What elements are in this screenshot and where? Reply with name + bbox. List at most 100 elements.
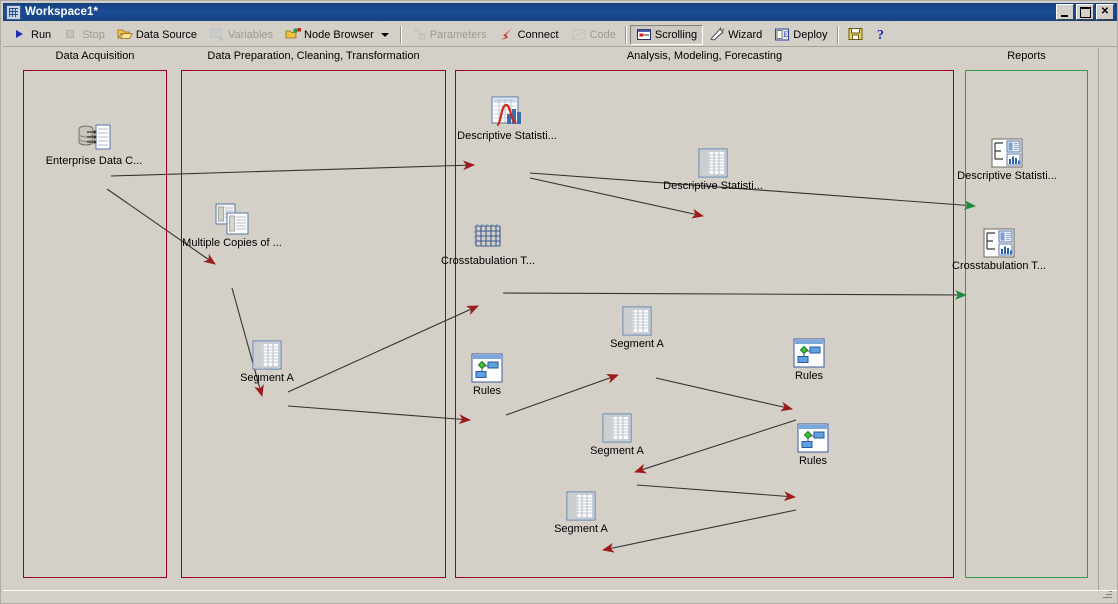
workspace-grid-icon — [6, 4, 21, 20]
toolbar-button-deploy[interactable]: E Deploy — [768, 25, 833, 45]
node-label: Descriptive Statisti... — [457, 130, 557, 142]
lane-title: Data Acquisition — [55, 50, 135, 62]
toolbar-button-data-source[interactable]: Data Source — [111, 25, 203, 45]
node-label: Rules — [798, 455, 828, 467]
stop-icon — [63, 27, 79, 42]
toolbar-separator — [624, 25, 627, 44]
node-label: Segment A — [240, 372, 294, 384]
toolbar-button-wizard[interactable]: Wizard — [703, 25, 768, 45]
node-label: Rules — [794, 370, 824, 382]
help-icon: ? — [876, 27, 892, 42]
parameters-icon — [411, 27, 427, 42]
workflow-node-n8[interactable]: Segment A — [582, 306, 692, 350]
toolbar-button-label: Deploy — [793, 28, 828, 41]
vertical-scrollbar[interactable] — [1098, 48, 1115, 600]
toolbar-button-scrolling[interactable]: Scrolling — [629, 24, 704, 45]
node-label: Rules — [472, 385, 502, 397]
report-chart-icon[interactable] — [944, 228, 1054, 258]
node-label: Crosstabulation T... — [441, 255, 535, 267]
toolbar-button-stop: Stop — [57, 25, 111, 45]
toolbar-button-label: Code — [589, 28, 616, 41]
workflow-inner: Data Acquisition Data Preparation, Cleani… — [3, 48, 1117, 600]
toolbar-button-label: Variables — [227, 28, 274, 41]
window-title: Workspace1* — [25, 6, 99, 18]
toolbar-button-variables: Variables — [203, 25, 279, 45]
segment-table-icon[interactable] — [212, 340, 322, 370]
close-button[interactable]: ✕ — [1096, 4, 1114, 20]
workflow-node-n12[interactable]: Segment A — [526, 491, 636, 535]
toolbar-button-label: Data Source — [135, 28, 197, 41]
workflow-node-n2[interactable]: Multiple Copies of ... — [177, 203, 287, 249]
workflow-node-n3[interactable]: Segment A — [212, 340, 322, 384]
workflow-node-n11[interactable]: Rules — [758, 423, 868, 467]
minimize-button[interactable] — [1056, 4, 1074, 20]
toolbar-button-node-browser[interactable]: Node Browser — [279, 25, 397, 45]
connect-arrow-icon — [499, 27, 515, 42]
lane-title: Analysis, Modeling, Forecasting — [626, 50, 783, 62]
variables-icon — [209, 27, 225, 42]
toolbar-button-help[interactable]: ? — [870, 25, 898, 45]
crosstab-grid-icon[interactable] — [433, 223, 543, 253]
toolbar-separator — [399, 25, 402, 44]
title-bar: Workspace1* ✕ — [3, 3, 1117, 21]
segment-table-icon[interactable] — [526, 491, 636, 521]
status-frame — [3, 590, 1117, 601]
svg-text:?: ? — [877, 28, 884, 41]
lane-title: Data Preparation, Cleaning, Transformati… — [207, 50, 420, 62]
node-label: Crosstabulation T... — [952, 260, 1046, 272]
workflow-node-n1[interactable]: Enterprise Data C... — [39, 123, 149, 167]
chevron-down-icon[interactable] — [380, 32, 389, 37]
save-icon — [848, 27, 864, 42]
workflow-node-n10[interactable]: Segment A — [562, 413, 672, 457]
toolbar-button-label: Node Browser — [304, 28, 374, 41]
resize-grip[interactable] — [1102, 588, 1114, 600]
workflow-node-n9[interactable]: Rules — [754, 338, 864, 382]
lane-container — [181, 70, 446, 578]
node-label: Segment A — [610, 338, 664, 350]
toolbar-button-connect[interactable]: Connect — [493, 25, 565, 45]
deploy-icon: E — [774, 27, 790, 42]
toolbar-button-label: Connect — [517, 28, 559, 41]
descriptive-statistics-icon[interactable] — [452, 96, 562, 128]
rules-flow-icon[interactable] — [758, 423, 868, 453]
workflow-node-n4[interactable]: Descriptive Statisti... — [452, 96, 562, 142]
svg-text:E: E — [784, 30, 789, 39]
toolbar-button-label: Scrolling — [654, 28, 698, 41]
workflow-canvas[interactable]: Data Acquisition Data Preparation, Cleani… — [3, 48, 1117, 600]
workflow-node-n14[interactable]: Crosstabulation T... — [944, 228, 1054, 272]
node-browser-icon — [285, 27, 302, 42]
node-label: Descriptive Statisti... — [663, 180, 763, 192]
toolbar-button-label: Wizard — [728, 28, 763, 41]
lane-title: Reports — [1007, 50, 1046, 62]
toolbar-button-label: Stop — [82, 28, 105, 41]
toolbar-button-run[interactable]: Run — [6, 25, 57, 45]
node-label: Descriptive Statisti... — [957, 170, 1057, 182]
workflow-node-n5[interactable]: Descriptive Statisti... — [658, 148, 768, 192]
open-folder-icon — [117, 27, 133, 42]
report-table-icon[interactable] — [658, 148, 768, 178]
node-label: Segment A — [554, 523, 608, 535]
workflow-node-n13[interactable]: Descriptive Statisti... — [952, 138, 1062, 182]
toolbar-button-code: Code — [565, 25, 622, 45]
report-chart-icon[interactable] — [952, 138, 1062, 168]
code-icon — [571, 27, 587, 42]
toolbar-button-parameters: Parameters — [405, 25, 493, 45]
window-controls: ✕ — [1056, 4, 1114, 20]
multiple-copies-icon[interactable] — [177, 203, 287, 235]
scrolling-icon — [636, 27, 652, 42]
rules-flow-icon[interactable] — [754, 338, 864, 368]
segment-table-icon[interactable] — [562, 413, 672, 443]
node-label: Enterprise Data C... — [45, 155, 143, 167]
workflow-node-n7[interactable]: Rules — [432, 353, 542, 397]
node-label: Segment A — [590, 445, 644, 457]
main-toolbar: Run Stop Data Source Variables Node Browser P… — [3, 23, 1117, 47]
toolbar-button-save[interactable] — [842, 25, 870, 45]
maximize-button[interactable] — [1076, 4, 1094, 20]
rules-flow-icon[interactable] — [432, 353, 542, 383]
play-icon — [12, 27, 28, 42]
enterprise-data-connector-icon[interactable] — [39, 123, 149, 153]
toolbar-separator — [836, 25, 839, 44]
segment-table-icon[interactable] — [582, 306, 692, 336]
workflow-node-n6[interactable]: Crosstabulation T... — [433, 223, 543, 267]
wizard-icon — [709, 27, 725, 42]
